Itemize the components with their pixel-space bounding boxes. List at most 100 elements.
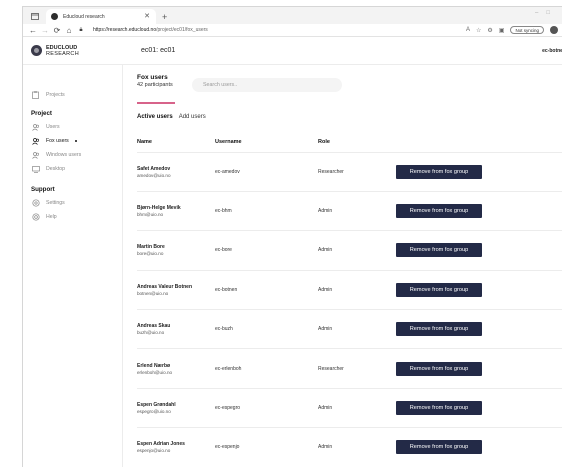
role-cell: Admin: [318, 388, 396, 429]
remove-from-fox-group-button[interactable]: Remove from fox group: [396, 322, 482, 337]
browser-tab[interactable]: Educloud research ✕: [46, 9, 156, 24]
app-header: EDUCLOUD RESEARCH ec01: ec01 ec-botnen: [23, 37, 562, 65]
actions-cell: Remove from fox group: [396, 348, 562, 389]
remove-from-fox-group-button[interactable]: Remove from fox group: [396, 282, 482, 297]
user-name: Erlend Nærbø: [137, 362, 171, 369]
username-cell: ec-espenjo: [215, 427, 318, 467]
sidebar-item-fox-users[interactable]: Fox users: [23, 134, 122, 148]
user-name: Andreas Skau: [137, 323, 171, 330]
lock-icon[interactable]: 🔒︎: [75, 27, 87, 34]
actions-cell: Remove from fox group: [396, 191, 562, 232]
column-header-name: Name: [137, 132, 215, 153]
user-email: bhm@uio.no: [137, 212, 164, 218]
sidebar-item-settings[interactable]: Settings: [23, 196, 122, 210]
users-icon: [31, 151, 40, 159]
column-header-actions: [396, 132, 562, 153]
username-cell: ec-bhm: [215, 191, 318, 232]
sidebar-item-desktop[interactable]: Desktop: [23, 162, 122, 176]
user-email: botnen@uio.no: [137, 290, 169, 296]
actions-cell: Remove from fox group: [396, 427, 562, 467]
active-indicator: [74, 140, 77, 142]
user-email: buzh@uio.no: [137, 330, 165, 336]
url-path: /project/ec01/fox_users: [156, 27, 208, 33]
remove-from-fox-group-button[interactable]: Remove from fox group: [396, 440, 482, 455]
user-cell: Espen Adrian Jones espenjo@uio.no: [137, 427, 215, 467]
profile-avatar[interactable]: [550, 26, 558, 34]
tab-actions-icon[interactable]: [28, 9, 42, 23]
table-row: Andreas Skau buzh@uio.no ec-buzh Admin Remov…: [137, 309, 562, 350]
refresh-icon[interactable]: ⟳: [51, 26, 63, 35]
role-cell: Admin: [318, 230, 396, 271]
username-cell: ec-erlenboh: [215, 348, 318, 389]
sidebar-item-label: Users: [46, 124, 60, 130]
sidebar-item-label: Settings: [46, 200, 65, 206]
remove-from-fox-group-button[interactable]: Remove from fox group: [396, 243, 482, 258]
remove-from-fox-group-button[interactable]: Remove from fox group: [396, 401, 482, 416]
sidebar-item-label: Desktop: [46, 166, 66, 172]
role-cell: Admin: [318, 270, 396, 311]
table-row: Safet Amedov amedov@uio.no ec-amedov Resear…: [137, 152, 562, 192]
sidebar-item-windows-users[interactable]: Windows users: [23, 148, 122, 162]
tab-active-users[interactable]: Active users: [137, 114, 173, 120]
table-row: Martin Bore bore@uio.no ec-bore Admin Remove…: [137, 230, 562, 271]
actions-cell: Remove from fox group: [396, 309, 562, 350]
user-email: espegro@uio.no: [137, 409, 171, 415]
educloud-logo[interactable]: EDUCLOUD RESEARCH: [31, 45, 117, 57]
user-name: Safet Amedov: [137, 165, 171, 172]
new-tab-icon[interactable]: +: [162, 12, 167, 22]
users-icon: [31, 137, 40, 145]
home-icon[interactable]: ⌂: [63, 26, 75, 35]
actions-cell: Remove from fox group: [396, 270, 562, 311]
role-cell: Admin: [318, 427, 396, 467]
user-cell: Espen Grøndahl espegro@uio.no: [137, 388, 215, 429]
sidebar-heading-project: Project: [31, 109, 52, 117]
user-cell: Andreas Valeur Botnen botnen@uio.no: [137, 270, 215, 311]
favorite-icon[interactable]: ☆: [476, 27, 481, 34]
sidebar-item-label: Projects: [46, 92, 65, 98]
extensions-icon[interactable]: ⚙: [487, 27, 492, 34]
title-accent-divider: [137, 102, 175, 104]
sidebar-item-help[interactable]: Help: [23, 210, 122, 224]
close-tab-icon[interactable]: ✕: [144, 12, 150, 20]
role-cell: Researcher: [318, 348, 396, 389]
sync-status-button[interactable]: Not syncing: [510, 26, 544, 34]
search-input[interactable]: Search users..: [192, 78, 342, 92]
sidebar-item-projects[interactable]: Projects: [23, 88, 122, 102]
collections-icon[interactable]: ▣: [499, 27, 505, 34]
logo-line1: EDUCLOUD: [46, 44, 78, 51]
role-cell: Researcher: [318, 152, 396, 192]
sidebar-item-users[interactable]: Users: [23, 120, 122, 134]
user-email: bore@uio.no: [137, 251, 164, 257]
user-name: Martin Bore: [137, 244, 165, 251]
user-name: Andreas Valeur Botnen: [137, 283, 193, 290]
user-menu[interactable]: ec-botnen: [542, 48, 562, 54]
read-aloud-icon[interactable]: A: [466, 27, 470, 33]
user-email: erlenboh@uio.no: [137, 369, 173, 375]
back-icon[interactable]: ←: [27, 26, 39, 35]
table-header-row: Name Username Role: [137, 132, 562, 153]
table-row: Espen Adrian Jones espenjo@uio.no ec-espen…: [137, 427, 562, 467]
role-cell: Admin: [318, 191, 396, 232]
user-cell: Martin Bore bore@uio.no: [137, 230, 215, 271]
forward-icon[interactable]: →: [39, 26, 51, 35]
sidebar-item-label: Help: [46, 214, 57, 220]
username-cell: ec-bore: [215, 230, 318, 271]
actions-cell: Remove from fox group: [396, 230, 562, 271]
user-email: espenjo@uio.no: [137, 448, 171, 454]
sidebar-item-label: Windows users: [46, 152, 82, 158]
remove-from-fox-group-button[interactable]: Remove from fox group: [396, 361, 482, 376]
user-tabs: Active users Add users: [137, 114, 562, 120]
tab-add-users[interactable]: Add users: [179, 114, 206, 120]
column-header-username: Username: [215, 132, 318, 153]
url-field[interactable]: https://research.educloud.no/project/ec0…: [93, 27, 466, 33]
remove-from-fox-group-button[interactable]: Remove from fox group: [396, 204, 482, 219]
user-cell: Erlend Nærbø erlenboh@uio.no: [137, 348, 215, 389]
project-id: ec01: ec01: [141, 47, 176, 54]
remove-from-fox-group-button[interactable]: Remove from fox group: [396, 164, 482, 179]
address-bar: ← → ⟳ ⌂ 🔒︎ https://research.educloud.no/…: [23, 24, 562, 37]
username-cell: ec-amedov: [215, 152, 318, 192]
browser-tabbar: Educloud research ✕ + –□: [23, 7, 562, 24]
tab-title: Educloud research: [63, 13, 105, 20]
window-controls[interactable]: –□: [535, 10, 558, 16]
educloud-logo-icon: [31, 45, 42, 56]
